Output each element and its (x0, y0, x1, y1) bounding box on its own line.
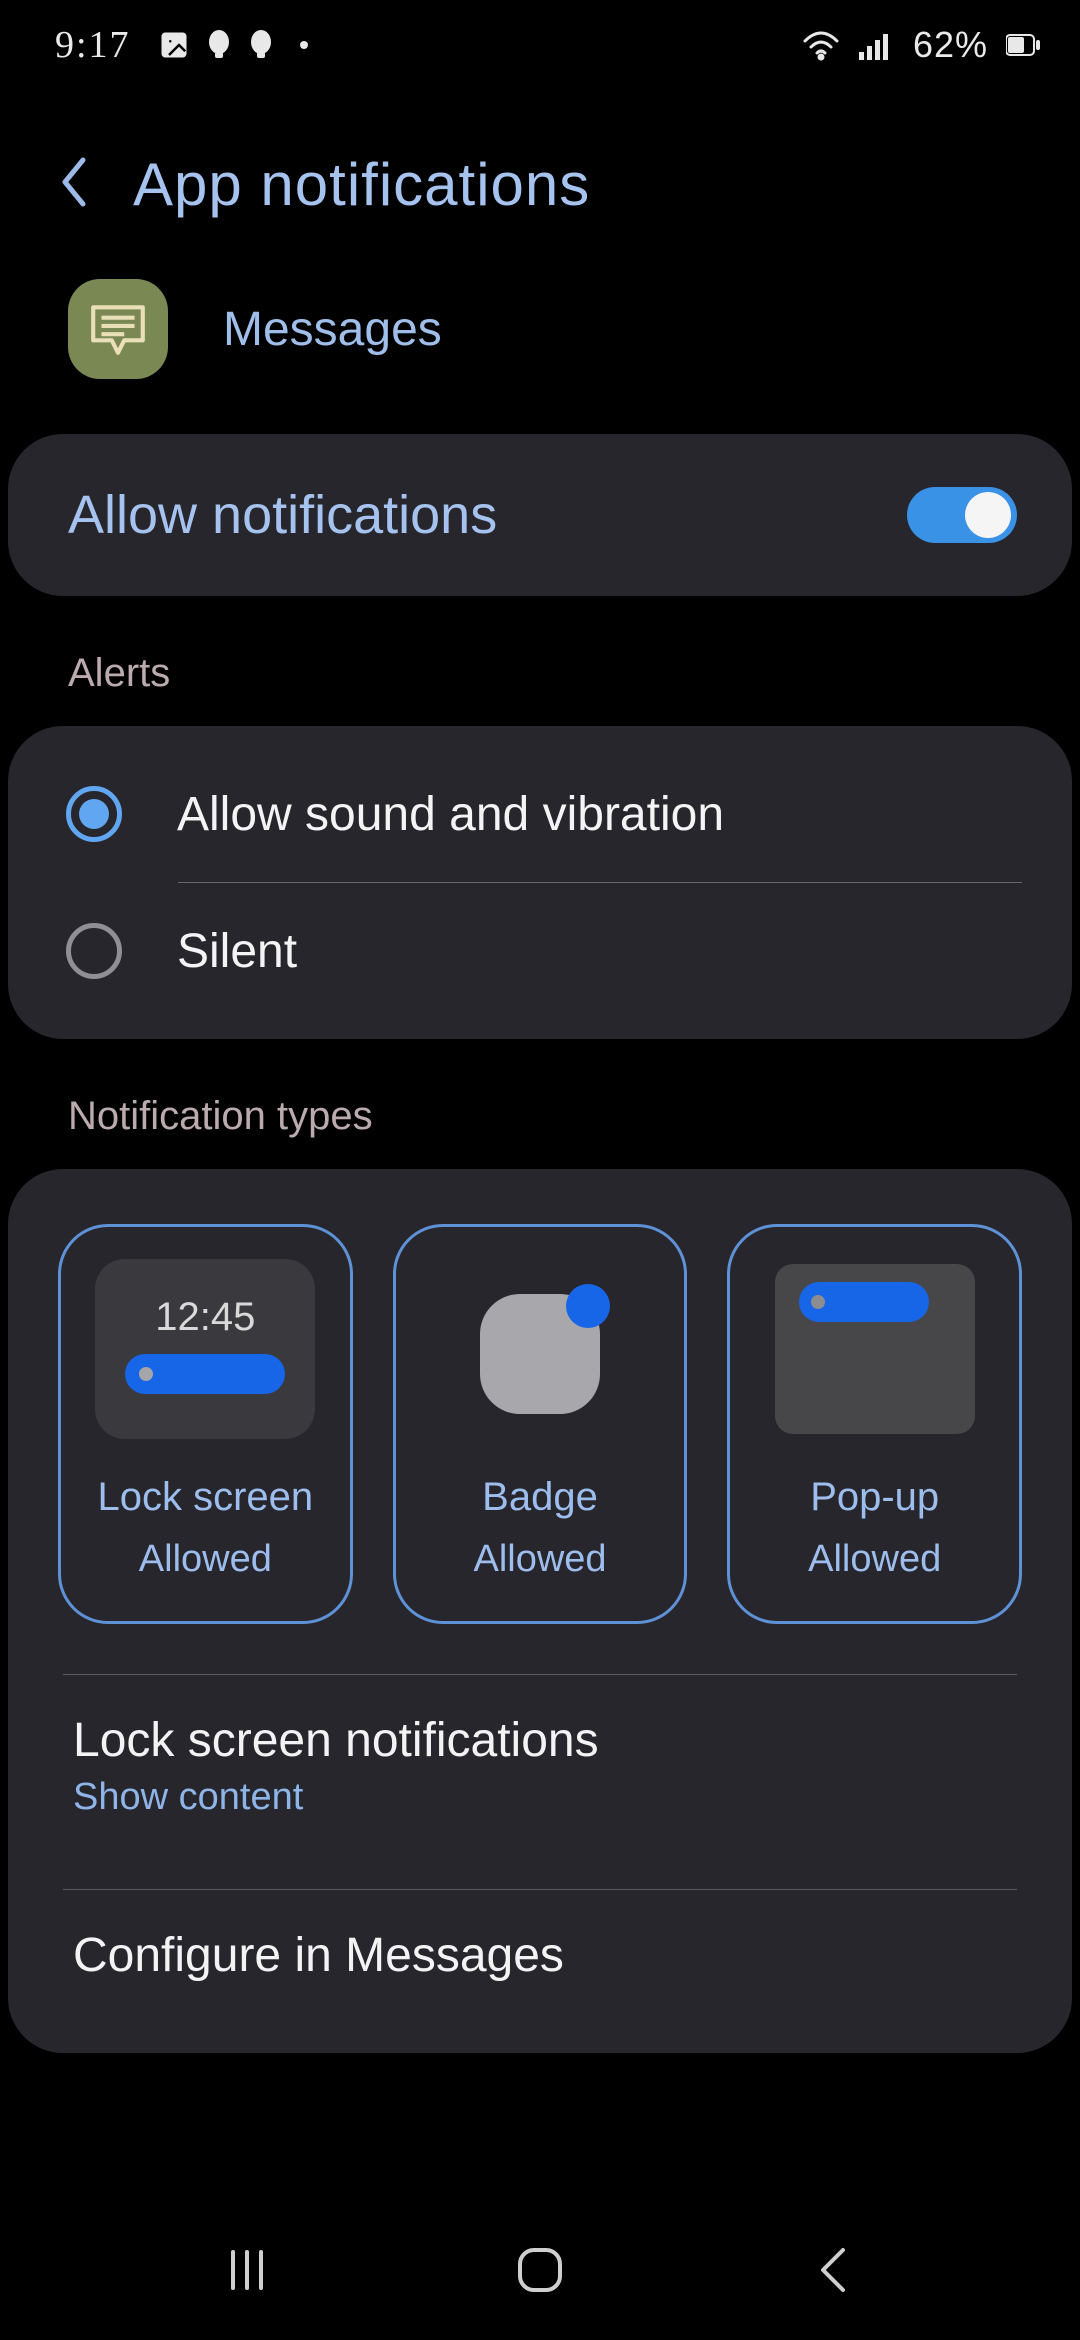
alert-silent-label: Silent (177, 924, 297, 979)
app-row: Messages (0, 269, 1080, 434)
alert-silent-row[interactable]: Silent (8, 883, 1072, 1019)
lockscreen-time: 12:45 (155, 1295, 255, 1340)
status-left: 9:17 (55, 23, 309, 67)
configure-in-messages-row[interactable]: Configure in Messages (8, 1890, 1072, 2023)
lock-screen-notifications-title: Lock screen notifications (73, 1713, 1012, 1768)
lock-screen-notifications-row[interactable]: Lock screen notifications Show content (8, 1675, 1072, 1859)
type-popup-status: Allowed (808, 1538, 941, 1581)
lockscreen-preview-icon: 12:45 (95, 1259, 315, 1439)
type-lockscreen[interactable]: 12:45 Lock screen Allowed (58, 1224, 353, 1624)
bulb-icon (207, 30, 231, 60)
types-cards: 12:45 Lock screen Allowed Badge Allowed (8, 1169, 1072, 1644)
badge-preview-icon (430, 1259, 650, 1439)
wifi-icon (801, 29, 841, 61)
back-button[interactable] (788, 2235, 878, 2305)
alerts-section-label: Alerts (0, 596, 1080, 726)
alerts-panel: Allow sound and vibration Silent (8, 726, 1072, 1039)
status-bar: 9:17 62% (0, 0, 1080, 90)
status-right: 62% (801, 24, 1040, 66)
radio-unselected-icon[interactable] (66, 923, 122, 979)
status-time: 9:17 (55, 23, 131, 67)
type-badge-status: Allowed (473, 1538, 606, 1581)
dot-icon (299, 40, 309, 50)
gallery-icon (159, 30, 189, 60)
alert-sound-label: Allow sound and vibration (177, 787, 724, 842)
header: App notifications (0, 90, 1080, 269)
back-icon[interactable] (55, 152, 93, 217)
battery-percent: 62% (913, 24, 988, 66)
lockscreen-bar-icon (125, 1354, 285, 1394)
navigation-bar (0, 2200, 1080, 2340)
radio-selected-icon[interactable] (66, 786, 122, 842)
type-popup-title: Pop-up (810, 1475, 939, 1520)
types-panel: 12:45 Lock screen Allowed Badge Allowed (8, 1169, 1072, 2053)
types-section-label: Notification types (0, 1039, 1080, 1169)
page-title: App notifications (133, 150, 590, 219)
app-name: Messages (223, 302, 442, 357)
allow-notifications-toggle[interactable] (907, 487, 1017, 543)
allow-notifications-row[interactable]: Allow notifications (8, 434, 1072, 596)
battery-icon (1006, 34, 1040, 56)
recents-button[interactable] (202, 2235, 292, 2305)
lock-screen-notifications-sub: Show content (73, 1776, 1012, 1819)
allow-notifications-label: Allow notifications (68, 484, 497, 546)
type-badge[interactable]: Badge Allowed (393, 1224, 688, 1624)
type-badge-title: Badge (482, 1475, 598, 1520)
alert-sound-row[interactable]: Allow sound and vibration (8, 746, 1072, 882)
home-button[interactable] (495, 2235, 585, 2305)
type-popup[interactable]: Pop-up Allowed (727, 1224, 1022, 1624)
bulb-icon (249, 30, 273, 60)
type-lockscreen-title: Lock screen (98, 1475, 314, 1520)
configure-in-messages-title: Configure in Messages (73, 1928, 1012, 1983)
type-lockscreen-status: Allowed (139, 1538, 272, 1581)
signal-icon (859, 30, 895, 60)
popup-preview-icon (765, 1259, 985, 1439)
messages-app-icon (68, 279, 168, 379)
